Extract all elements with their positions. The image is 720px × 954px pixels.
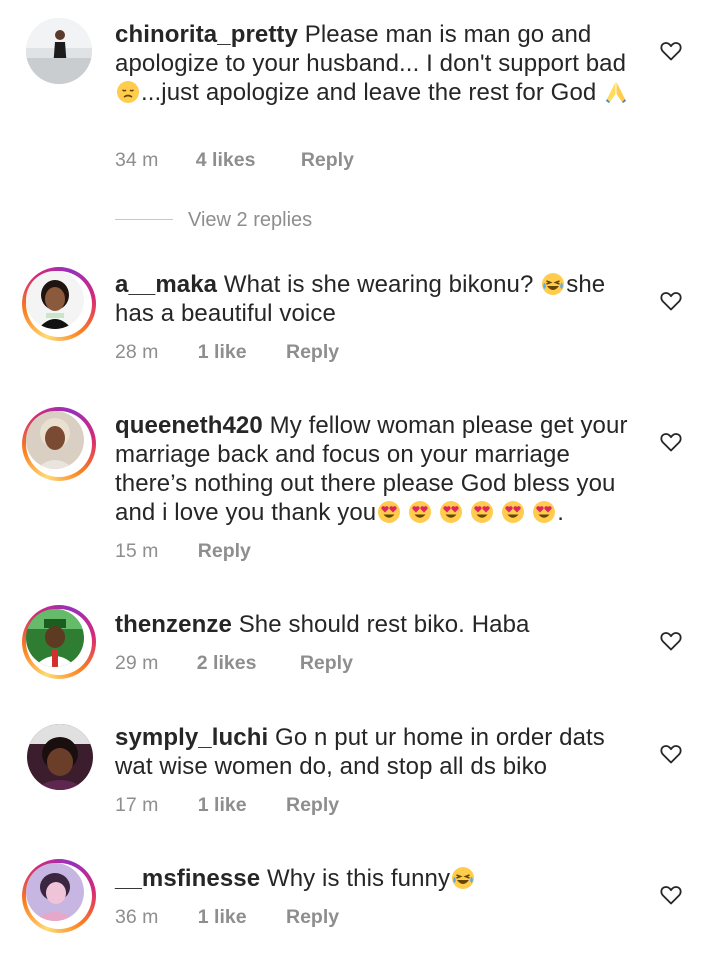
tears-of-joy-emoji	[451, 866, 475, 890]
view-replies-button[interactable]: View 2 replies	[188, 205, 312, 235]
comment-time: 34 m	[115, 149, 159, 171]
heart-icon[interactable]	[659, 430, 683, 452]
divider	[115, 219, 173, 220]
comment-body: ...just apologize and leave the rest for…	[141, 79, 604, 106]
heart-icon[interactable]	[659, 289, 683, 311]
heart-eyes-emoji	[501, 500, 525, 524]
comment-text: a__maka What is she wearing bikonu? she …	[115, 270, 645, 328]
heart-icon[interactable]	[659, 39, 683, 61]
comment-body: What is she wearing bikonu?	[223, 271, 541, 298]
reply-button[interactable]: Reply	[301, 149, 354, 172]
comment-meta: 28 m 1 like Reply	[115, 341, 339, 364]
comment-username[interactable]: queeneth420	[115, 412, 263, 439]
reply-button[interactable]: Reply	[286, 341, 339, 364]
reply-button[interactable]: Reply	[286, 906, 339, 929]
comment-body: .	[557, 499, 565, 526]
heart-eyes-emoji	[439, 500, 463, 524]
comment-time: 29 m	[115, 652, 159, 674]
heart-icon[interactable]	[659, 883, 683, 905]
avatar[interactable]	[22, 267, 96, 341]
heart-eyes-emoji	[532, 500, 556, 524]
comment-meta: 34 m 4 likes Reply	[115, 149, 354, 172]
likes-count[interactable]: 4 likes	[196, 149, 256, 172]
heart-eyes-emoji	[470, 500, 494, 524]
comment-username[interactable]: a__maka	[115, 271, 217, 298]
reply-button[interactable]: Reply	[198, 540, 251, 563]
comment-username[interactable]: __msfinesse	[115, 865, 260, 892]
reply-button[interactable]: Reply	[286, 794, 339, 817]
comment-username[interactable]: chinorita_pretty	[115, 21, 298, 48]
comment-meta: 15 m Reply	[115, 540, 251, 563]
likes-count[interactable]: 1 like	[198, 794, 247, 817]
comment-body: Why is this funny	[266, 865, 451, 892]
comment-meta: 36 m 1 like Reply	[115, 906, 339, 929]
comment-text: chinorita_pretty Please man is man go an…	[115, 20, 645, 107]
avatar[interactable]	[27, 724, 93, 790]
tears-of-joy-emoji	[541, 272, 565, 296]
comment-time: 28 m	[115, 341, 159, 363]
reply-button[interactable]: Reply	[300, 652, 353, 675]
likes-count[interactable]: 1 like	[198, 341, 247, 364]
heart-eyes-emoji	[377, 500, 401, 524]
likes-count[interactable]: 1 like	[198, 906, 247, 929]
avatar[interactable]	[26, 18, 92, 84]
heart-icon[interactable]	[659, 629, 683, 651]
heart-eyes-emoji	[408, 500, 432, 524]
avatar[interactable]	[22, 605, 96, 679]
heart-icon[interactable]	[659, 742, 683, 764]
comment-body: She should rest biko. Haba	[238, 611, 530, 638]
comment-username[interactable]: thenzenze	[115, 611, 232, 638]
comment-username[interactable]: symply_luchi	[115, 724, 268, 751]
comment-time: 15 m	[115, 540, 159, 562]
comment-text: queeneth420 My fellow woman please get y…	[115, 411, 645, 527]
comment-text: __msfinesse Why is this funny	[115, 864, 645, 893]
disappointed-face-emoji	[116, 80, 140, 104]
avatar[interactable]	[22, 859, 96, 933]
likes-count[interactable]: 2 likes	[197, 652, 257, 675]
comment-time: 17 m	[115, 794, 159, 816]
comment-time: 36 m	[115, 906, 159, 928]
comment-meta: 17 m 1 like Reply	[115, 794, 339, 817]
comment-meta: 29 m 2 likes Reply	[115, 652, 353, 675]
comment-text: symply_luchi Go n put ur home in order d…	[115, 723, 645, 781]
folded-hands-emoji	[604, 80, 628, 104]
avatar[interactable]	[22, 407, 96, 481]
comment-text: thenzenze She should rest biko. Haba	[115, 610, 645, 639]
